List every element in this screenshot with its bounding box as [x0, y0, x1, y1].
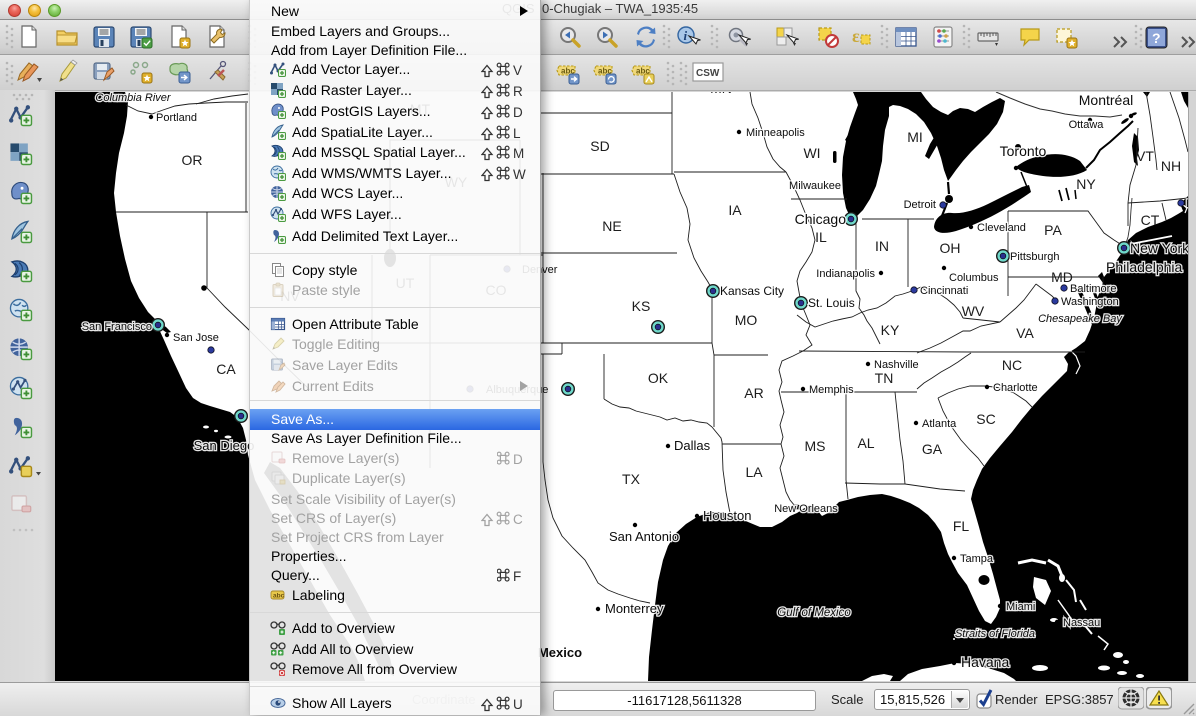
svg-text:NC: NC — [1002, 357, 1022, 373]
svg-text:Milwaukee: Milwaukee — [789, 180, 841, 192]
svg-text:St. Louis: St. Louis — [808, 296, 855, 310]
svg-text:IL: IL — [815, 229, 827, 245]
svg-text:NH: NH — [1161, 158, 1181, 174]
svg-text:IN: IN — [875, 238, 889, 254]
svg-text:Ottawa: Ottawa — [1069, 119, 1105, 131]
svg-text:MN: MN — [710, 92, 732, 96]
svg-text:NY: NY — [1076, 176, 1096, 192]
svg-text:R: R — [513, 84, 523, 99]
svg-text:OK: OK — [648, 370, 669, 386]
svg-text:SD: SD — [590, 138, 609, 154]
svg-text:W: W — [513, 167, 526, 182]
svg-text:C: C — [513, 512, 523, 527]
svg-text:San Francisco: San Francisco — [82, 321, 152, 333]
svg-text:Toronto: Toronto — [1000, 143, 1047, 159]
svg-text:L: L — [513, 126, 521, 141]
svg-text:Columbia River: Columbia River — [95, 92, 172, 104]
svg-text:AL: AL — [857, 435, 874, 451]
svg-text:Mexico: Mexico — [538, 645, 582, 660]
svg-text:TX: TX — [622, 471, 641, 487]
svg-text:Philadelphia: Philadelphia — [1106, 259, 1182, 275]
svg-text:WV: WV — [962, 303, 985, 319]
svg-text:CA: CA — [216, 361, 236, 377]
svg-text:Pittsburgh: Pittsburgh — [1010, 251, 1060, 263]
svg-text:abc: abc — [273, 592, 285, 599]
svg-text:F: F — [513, 569, 521, 584]
svg-text:Baltimore: Baltimore — [1070, 283, 1116, 295]
svg-text:Monterrey: Monterrey — [605, 601, 664, 616]
svg-text:D: D — [513, 105, 523, 120]
svg-text:CT: CT — [1141, 212, 1160, 228]
svg-text:OH: OH — [940, 240, 961, 256]
svg-text:VA: VA — [1016, 325, 1034, 341]
svg-text:OR: OR — [182, 152, 203, 168]
svg-text:KY: KY — [881, 322, 900, 338]
svg-text:PA: PA — [1044, 222, 1062, 238]
svg-text:Gulf of Mexico: Gulf of Mexico — [777, 607, 851, 619]
svg-text:MI: MI — [907, 129, 923, 145]
svg-text:V: V — [513, 63, 522, 78]
svg-text:San Antonio: San Antonio — [609, 529, 679, 544]
svg-text:Chicago: Chicago — [795, 211, 847, 227]
svg-text:GA: GA — [922, 441, 943, 457]
svg-text:Washington: Washington — [1061, 296, 1119, 308]
svg-text:i: i — [684, 28, 688, 43]
svg-text:Nashville: Nashville — [874, 359, 919, 371]
svg-text:Cleveland: Cleveland — [977, 222, 1026, 234]
svg-text:VT: VT — [1136, 148, 1154, 164]
svg-text:M: M — [513, 146, 524, 161]
svg-text:Minneapolis: Minneapolis — [746, 127, 805, 139]
svg-text:?: ? — [1152, 30, 1161, 46]
svg-text:Columbus: Columbus — [949, 272, 999, 284]
svg-text:San Jose: San Jose — [173, 332, 219, 344]
svg-text:Havana: Havana — [961, 654, 1009, 670]
svg-text:U: U — [513, 697, 523, 712]
svg-text:MO: MO — [735, 312, 758, 328]
svg-text:Charlotte: Charlotte — [993, 382, 1038, 394]
svg-text:Tampa: Tampa — [960, 553, 994, 565]
svg-text:Montréal: Montréal — [1079, 92, 1133, 108]
svg-text:Atlanta: Atlanta — [922, 418, 957, 430]
svg-text:AR: AR — [744, 385, 763, 401]
svg-text:IA: IA — [728, 202, 742, 218]
svg-text:San Diego: San Diego — [194, 438, 255, 453]
svg-text:Portland: Portland — [156, 112, 197, 124]
svg-text:KS: KS — [632, 298, 651, 314]
svg-text:WI: WI — [803, 145, 820, 161]
svg-text:New York: New York — [1130, 240, 1188, 256]
svg-text:Dallas: Dallas — [674, 438, 711, 453]
svg-text:MS: MS — [805, 438, 826, 454]
svg-text:Memphis: Memphis — [809, 384, 854, 396]
svg-text:Cincinnati: Cincinnati — [920, 285, 968, 297]
svg-text:Detroit: Detroit — [904, 199, 936, 211]
svg-text:Kansas City: Kansas City — [720, 284, 784, 298]
svg-text:LA: LA — [745, 464, 763, 480]
svg-text:Indianapolis: Indianapolis — [816, 268, 875, 280]
svg-text:D: D — [513, 452, 523, 467]
svg-text:New Orleans: New Orleans — [774, 503, 838, 515]
svg-text:Miami: Miami — [1006, 601, 1035, 613]
svg-text:TN: TN — [875, 370, 894, 386]
svg-text:Straits of Florida: Straits of Florida — [955, 628, 1035, 640]
svg-text:FL: FL — [953, 518, 970, 534]
svg-text:NE: NE — [602, 218, 621, 234]
svg-text:Nassau: Nassau — [1063, 617, 1100, 629]
svg-text:Chesapeake Bay: Chesapeake Bay — [1038, 313, 1123, 325]
svg-text:CSW: CSW — [696, 68, 720, 79]
svg-text:SC: SC — [976, 411, 995, 427]
svg-text:ε: ε — [852, 26, 860, 46]
svg-text:Houston: Houston — [703, 508, 751, 523]
